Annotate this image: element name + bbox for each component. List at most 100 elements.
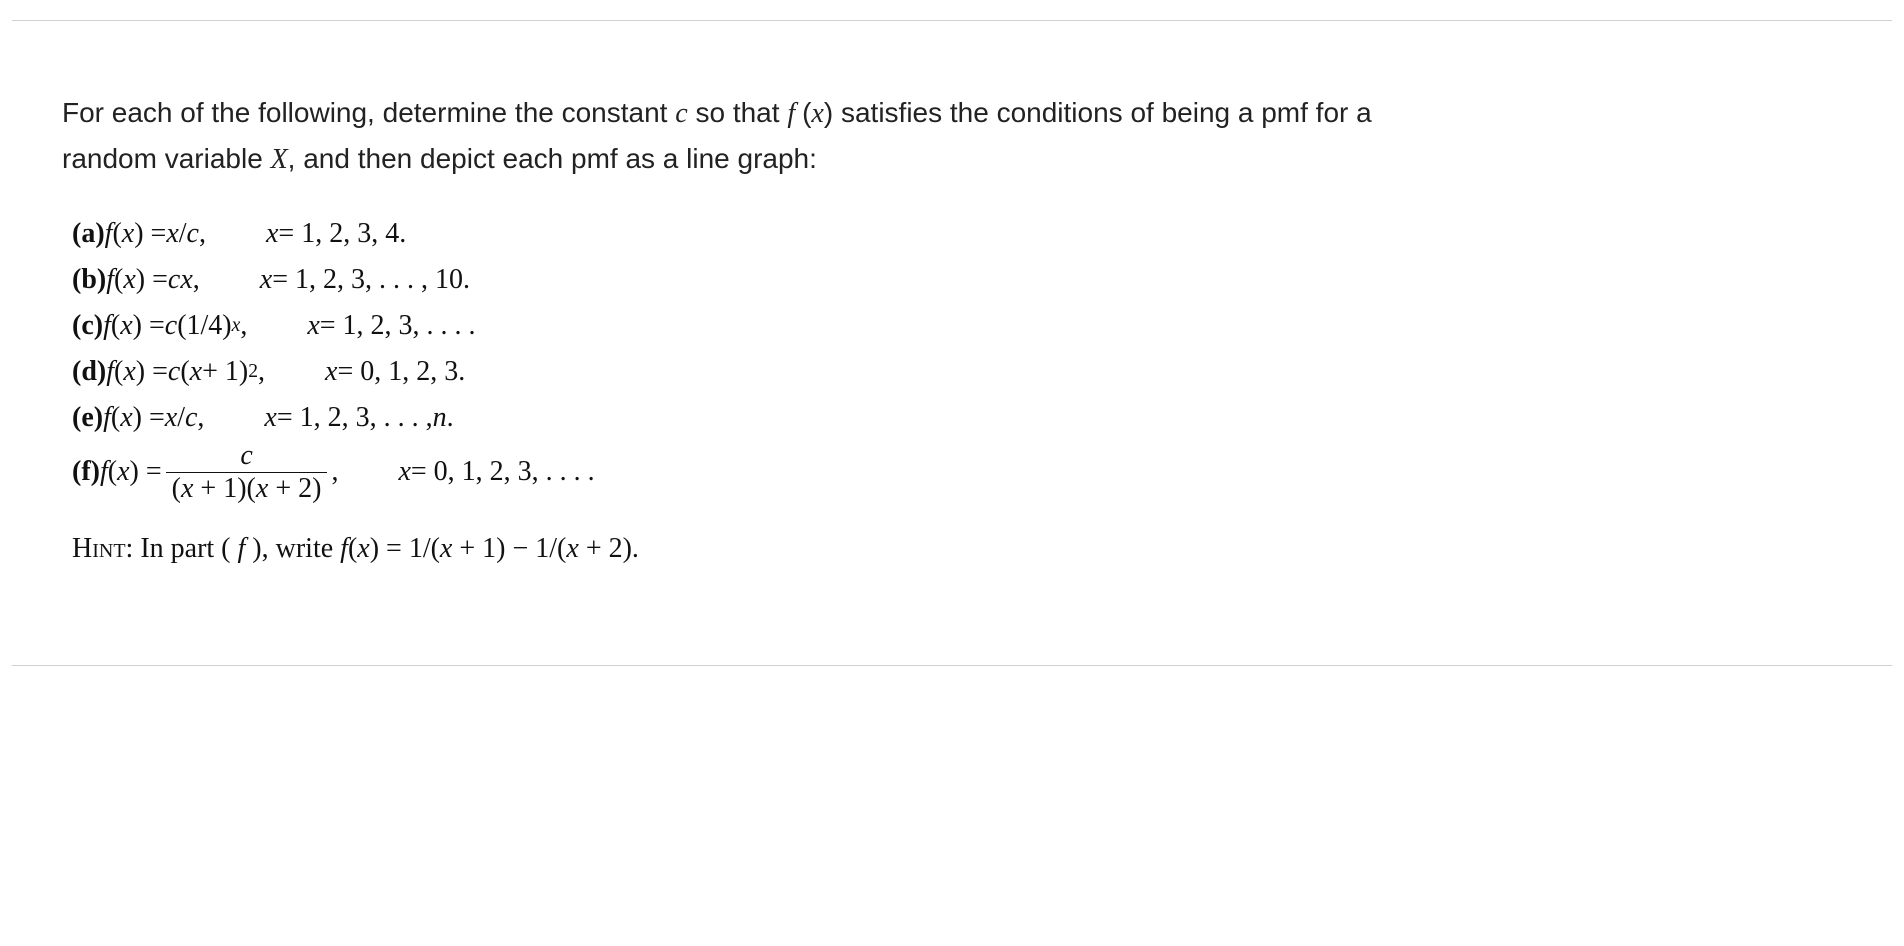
domain-x-a: x — [266, 211, 278, 257]
label-c: (c) — [72, 303, 103, 349]
problems-list: (a) f(x) = x/c, x = 1, 2, 3, 4. (b) f(x)… — [62, 211, 1892, 503]
intro-rv-X: X — [271, 144, 288, 175]
problem-intro: For each of the following, determine the… — [62, 91, 1462, 183]
problem-f: (f) f(x) = c (x + 1)(x + 2) , x = 0, 1, … — [72, 442, 1892, 503]
comma-f: , — [331, 449, 338, 495]
comma-e: , — [197, 395, 204, 441]
frac-den-x1: x — [181, 473, 193, 504]
lhs-open-c: ( — [111, 303, 120, 349]
hint-f: f — [340, 533, 348, 564]
lhs-x-f: x — [117, 449, 129, 495]
lhs-f-e: f — [103, 395, 111, 441]
hint-x: x — [357, 533, 369, 564]
domain-period-e: . — [447, 395, 454, 441]
domain-eq-e: = 1, 2, 3, . . . , — [277, 395, 433, 441]
rhs-plus-d: + 1) — [202, 349, 248, 395]
rhs-x-d: x — [190, 349, 202, 395]
rhs-c-a: c — [187, 211, 199, 257]
problem-c: (c) f(x) = c(1/4)x, x = 1, 2, 3, . . . . — [72, 303, 1892, 349]
label-a: (a) — [72, 211, 105, 257]
hint-close: ) = 1/( — [370, 533, 440, 564]
domain-x-e: x — [264, 395, 276, 441]
domain-x-b: x — [260, 257, 272, 303]
lhs-close-b: ) = — [136, 257, 168, 303]
intro-constant-c: c — [675, 98, 687, 129]
lhs-open-f: ( — [108, 449, 117, 495]
problem-container: For each of the following, determine the… — [12, 20, 1892, 666]
frac-den-p2: + 2) — [268, 473, 321, 504]
problem-e: (e) f(x) = x/c, x = 1, 2, 3, . . . , n. — [72, 395, 1892, 441]
lhs-f-b: f — [106, 257, 114, 303]
lhs-x-d: x — [123, 349, 135, 395]
frac-den-f: (x + 1)(x + 2) — [166, 472, 328, 503]
intro-text-2: so that — [688, 97, 788, 128]
intro-var-x: x — [811, 98, 823, 129]
rhs-c-e: c — [185, 395, 197, 441]
domain-eq-c: = 1, 2, 3, . . . . — [320, 303, 476, 349]
intro-paren-close: ) — [824, 97, 833, 128]
domain-eq-a: = 1, 2, 3, 4. — [278, 211, 406, 257]
lhs-close-f: ) = — [130, 449, 162, 495]
domain-eq-b: = 1, 2, 3, . . . , 10. — [272, 257, 470, 303]
hint-text-1b: ), write — [252, 533, 340, 564]
rhs-div-e: / — [177, 395, 185, 441]
intro-text-4: , and then depict each pmf as a line gra… — [288, 143, 817, 174]
frac-num-f: c — [234, 442, 258, 472]
rhs-exp-d: 2 — [248, 356, 258, 388]
lhs-close-a: ) = — [134, 211, 166, 257]
lhs-x-c: x — [120, 303, 132, 349]
lhs-open-e: ( — [111, 395, 120, 441]
lhs-f-d: f — [106, 349, 114, 395]
frac-den-p1: + 1)( — [193, 473, 255, 504]
hint-label: Hint: — [72, 533, 133, 564]
comma-b: , — [193, 257, 200, 303]
label-b: (b) — [72, 257, 106, 303]
comma-a: , — [199, 211, 206, 257]
lhs-open-a: ( — [112, 211, 121, 257]
hint-x3: x — [566, 533, 578, 564]
domain-eq-f: = 0, 1, 2, 3, . . . . — [411, 449, 595, 495]
lhs-f-a: f — [105, 211, 113, 257]
domain-x-d: x — [325, 349, 337, 395]
lhs-x-b: x — [123, 257, 135, 303]
label-d: (d) — [72, 349, 106, 395]
comma-c: , — [240, 303, 247, 349]
intro-function-f: f — [787, 98, 802, 129]
lhs-close-d: ) = — [136, 349, 168, 395]
lhs-close-c: ) = — [133, 303, 165, 349]
problem-a: (a) f(x) = x/c, x = 1, 2, 3, 4. — [72, 211, 1892, 257]
fraction-f: c (x + 1)(x + 2) — [166, 442, 328, 503]
domain-eq-d: = 0, 1, 2, 3. — [337, 349, 465, 395]
hint-end: + 2). — [579, 533, 639, 564]
hint-text-1: In part ( — [133, 533, 237, 564]
rhs-c-b: c — [168, 257, 180, 303]
problem-d: (d) f(x) = c(x + 1)2, x = 0, 1, 2, 3. — [72, 349, 1892, 395]
rhs-c-d: c — [168, 349, 180, 395]
rhs-open-d: ( — [180, 349, 189, 395]
domain-n-e: n — [433, 395, 447, 441]
lhs-f-f: f — [100, 449, 108, 495]
hint-part-f: f — [238, 533, 253, 564]
frac-den-x2: x — [256, 473, 268, 504]
label-e: (e) — [72, 395, 103, 441]
frac-den-open: ( — [172, 473, 181, 504]
rhs-c-c: c — [165, 303, 177, 349]
intro-text-1: For each of the following, determine the… — [62, 97, 675, 128]
lhs-x-e: x — [120, 395, 132, 441]
domain-x-f: x — [398, 449, 410, 495]
rhs-x-b: x — [180, 257, 192, 303]
problem-b: (b) f(x) = cx, x = 1, 2, 3, . . . , 10. — [72, 257, 1892, 303]
lhs-f-c: f — [103, 303, 111, 349]
lhs-open-d: ( — [114, 349, 123, 395]
rhs-exp-c: x — [232, 310, 241, 342]
lhs-close-e: ) = — [133, 395, 165, 441]
comma-d: , — [258, 349, 265, 395]
domain-x-c: x — [307, 303, 319, 349]
lhs-open-b: ( — [114, 257, 123, 303]
hint: Hint: In part ( f ), write f(x) = 1/(x +… — [62, 533, 1892, 565]
label-f: (f) — [72, 449, 100, 495]
rhs-x-a: x — [166, 211, 178, 257]
lhs-x-a: x — [122, 211, 134, 257]
hint-x2: x — [440, 533, 452, 564]
rhs-base-c: (1/4) — [177, 303, 231, 349]
